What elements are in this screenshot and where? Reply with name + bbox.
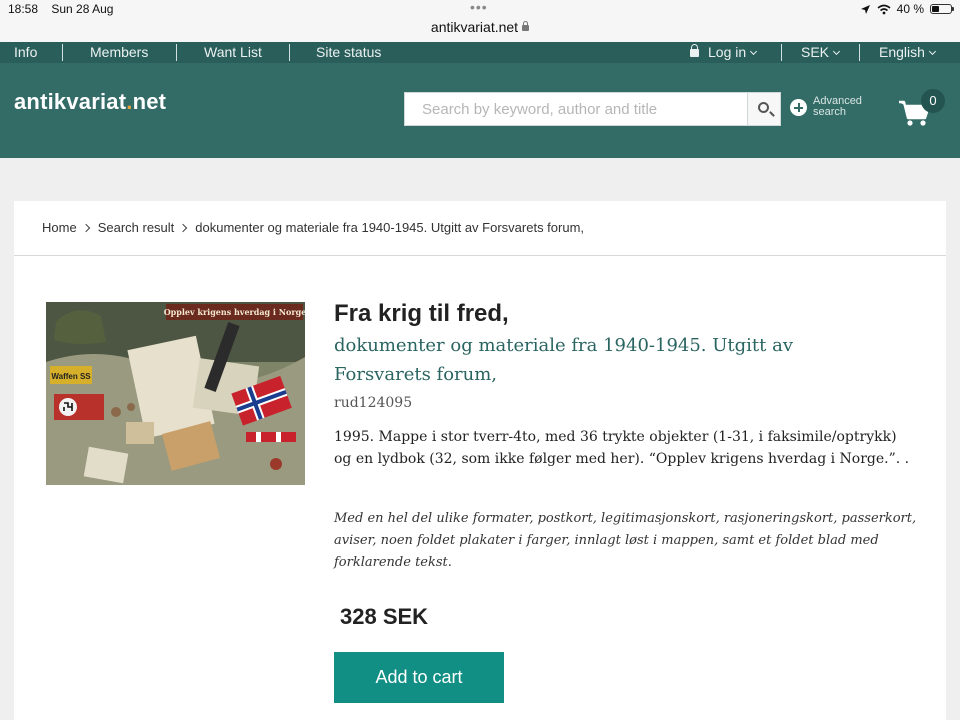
image-sign: Waffen SS [51,372,91,381]
site-header: antikvariat.net Advanced search 0 [0,63,960,158]
breadcrumb-home[interactable]: Home [42,220,77,235]
nav-site-status[interactable]: Site status [316,44,381,60]
status-right: 40 % [860,2,954,16]
divider [14,255,946,256]
clock: 18:58 [8,2,39,16]
chevron-right-icon [179,223,188,233]
product-reference: rud124095 [334,395,413,411]
nav-members[interactable]: Members [90,44,148,60]
nav-divider [859,44,860,61]
chevron-down-icon [832,47,841,56]
currency-label: SEK [801,44,830,60]
breadcrumb: Home Search result dokumenter og materiale… [42,220,584,235]
lock-icon [522,21,530,31]
login-label: Log in [708,44,747,60]
chevron-right-icon [81,223,90,233]
battery-fill [932,6,940,12]
logo-text: antikvariat [14,89,127,114]
top-nav: Info Members Want List Site status Log i… [0,42,960,63]
battery-percent: 40 % [896,2,924,16]
plus-circle-icon [790,99,807,116]
nav-divider [176,44,177,61]
url-bar[interactable]: antikvariat.net [0,19,960,35]
language-label: English [879,44,925,60]
product-card: Home Search result dokumenter og materiale… [14,201,946,720]
currency-select[interactable]: SEK [801,44,841,60]
nav-info[interactable]: Info [14,44,37,60]
product-subtitle: dokumenter og materiale fra 1940-1945. U… [334,335,794,385]
chevron-down-icon [750,47,758,56]
location-arrow-icon [860,4,870,14]
nav-want-list[interactable]: Want List [204,44,262,60]
product-note: Med en hel del ulike formater, postkort,… [334,511,917,570]
language-select[interactable]: English [879,44,936,60]
product-image[interactable]: Opplev krigens hverdag i Norge Waffen SS [46,302,305,485]
login-menu[interactable]: Log in [690,44,758,60]
image-caption: Opplev krigens hverdag i Norge [164,307,305,317]
url-text: antikvariat.net [430,19,519,35]
nav-divider [781,44,782,61]
add-to-cart-button[interactable]: Add to cart [334,652,504,703]
product-photo: Opplev krigens hverdag i Norge Waffen SS [46,302,305,485]
padlock-icon [690,44,699,57]
cart-count-badge: 0 [921,89,945,113]
site-logo[interactable]: antikvariat.net [14,89,166,115]
battery-icon [930,4,954,14]
nav-divider [289,44,290,61]
nav-divider [62,44,63,61]
search-icon [758,102,769,113]
search-input[interactable] [404,92,748,126]
wifi-icon [877,4,891,14]
logo-tld: net [132,89,167,114]
product-price: 328 SEK [340,604,429,629]
breadcrumb-search-result[interactable]: Search result [98,220,175,235]
status-left: 18:58 Sun 28 Aug [8,2,123,16]
breadcrumb-current: dokumenter og materiale fra 1940-1945. U… [195,220,585,235]
advanced-search-label: Advanced search [813,95,862,118]
product-description: 1995. Mappe i stor tverr-4to, med 36 try… [334,429,910,467]
search-button[interactable] [747,92,781,126]
product-title: Fra krig til fred, [334,300,509,327]
more-dots-icon[interactable]: ••• [470,0,488,14]
browser-status-bar: 18:58 Sun 28 Aug ••• antikvariat.net 40 … [0,0,960,42]
chevron-down-icon [928,47,936,56]
date: Sun 28 Aug [51,2,114,16]
